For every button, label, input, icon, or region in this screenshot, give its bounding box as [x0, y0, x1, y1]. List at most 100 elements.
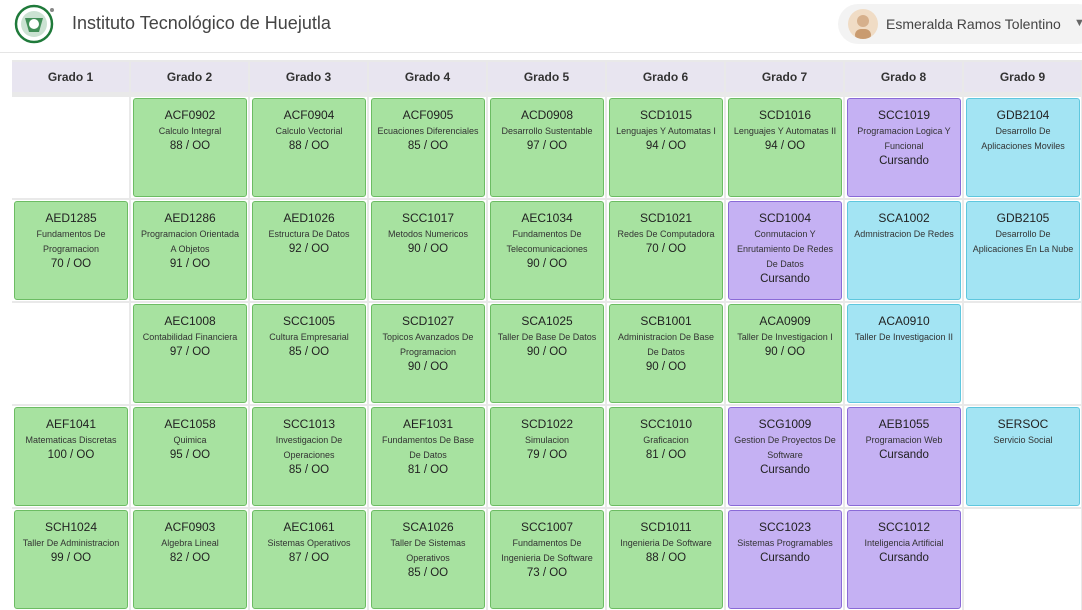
- course-card-scc1005[interactable]: SCC1005 Cultura Empresarial 85 / OO: [252, 304, 366, 403]
- course-card-scc1012[interactable]: SCC1012 Inteligencia Artificial Cursando: [847, 510, 961, 609]
- course-score: 73 / OO: [526, 567, 568, 579]
- course-card-sch1024[interactable]: SCH1024 Taller De Administracion 99 / OO: [14, 510, 128, 609]
- course-card-scd1021[interactable]: SCD1021 Redes De Computadora 70 / OO: [609, 201, 723, 300]
- grade-header-2: Grado 2: [131, 62, 248, 92]
- course-card-aca0910[interactable]: ACA0910 Taller De Investigacion II: [847, 304, 961, 403]
- course-card-gdb2104[interactable]: GDB2104 Desarrollo De Aplicaciones Movile…: [966, 98, 1080, 197]
- course-code: SCC1013: [282, 417, 336, 431]
- course-name: Quimica: [173, 435, 207, 445]
- course-card-scd1022[interactable]: SCD1022 Simulacion 79 / OO: [490, 407, 604, 506]
- course-card-scc1007[interactable]: SCC1007 Fundamentos De Ingenieria De Soft…: [490, 510, 604, 609]
- user-name: Esmeralda Ramos Tolentino: [886, 16, 1061, 32]
- course-name: Cultura Empresarial: [269, 332, 349, 342]
- course-score: Cursando: [760, 464, 810, 476]
- course-code: SCD1016: [758, 108, 812, 122]
- course-code: ACD0908: [520, 108, 574, 122]
- course-card-aed1285[interactable]: AED1285 Fundamentos De Programacion 70 / O…: [14, 201, 128, 300]
- course-name: Topicos Avanzados De Programacion: [382, 332, 474, 357]
- course-card-acf0905[interactable]: ACF0905 Ecuaciones Diferenciales 85 / OO: [371, 98, 485, 197]
- course-card-aed1026[interactable]: AED1026 Estructura De Datos 92 / OO: [252, 201, 366, 300]
- course-card-sca1002[interactable]: SCA1002 Admnistracion De Redes: [847, 201, 961, 300]
- course-score: 88 / OO: [645, 552, 687, 564]
- course-card-sca1026[interactable]: SCA1026 Taller De Sistemas Operativos 85 /…: [371, 510, 485, 609]
- course-card-aca0909[interactable]: ACA0909 Taller De Investigacion I 90 / OO: [728, 304, 842, 403]
- course-name: Inteligencia Artificial: [864, 538, 944, 548]
- course-code: SCD1027: [401, 314, 455, 328]
- course-card-acf0902[interactable]: ACF0902 Calculo Integral 88 / OO: [133, 98, 247, 197]
- course-card-acd0908[interactable]: ACD0908 Desarrollo Sustentable 97 / OO: [490, 98, 604, 197]
- grid-cell: [964, 509, 1081, 610]
- grade-header-4: Grado 4: [369, 62, 486, 92]
- course-code: AEF1031: [402, 417, 454, 431]
- course-name: Investigacion De Operaciones: [275, 435, 343, 460]
- course-name: Matematicas Discretas: [25, 435, 117, 445]
- course-code: AEF1041: [45, 417, 97, 431]
- course-card-sersoc[interactable]: SERSOC Servicio Social: [966, 407, 1080, 506]
- course-card-scc1017[interactable]: SCC1017 Metodos Numericos 90 / OO: [371, 201, 485, 300]
- course-name: Conmutacion Y Enrutamiento De Redes De D…: [736, 229, 834, 269]
- course-card-sca1025[interactable]: SCA1025 Taller De Base De Datos 90 / OO: [490, 304, 604, 403]
- course-name: Estructura De Datos: [268, 229, 350, 239]
- course-score: 99 / OO: [50, 552, 92, 564]
- course-card-aec1034[interactable]: AEC1034 Fundamentos De Telecomunicaciones…: [490, 201, 604, 300]
- course-score: 90 / OO: [526, 346, 568, 358]
- course-card-scc1019[interactable]: SCC1019 Programacion Logica Y Funcional Cu…: [847, 98, 961, 197]
- grade-header-1: Grado 1: [12, 62, 129, 92]
- grade-header-8: Grado 8: [845, 62, 962, 92]
- course-card-acf0904[interactable]: ACF0904 Calculo Vectorial 88 / OO: [252, 98, 366, 197]
- course-score: 70 / OO: [50, 258, 92, 270]
- course-card-scd1016[interactable]: SCD1016 Lenguajes Y Automatas II 94 / OO: [728, 98, 842, 197]
- app-title: Instituto Tecnológico de Huejutla: [72, 13, 331, 33]
- course-card-scd1004[interactable]: SCD1004 Conmutacion Y Enrutamiento De Red…: [728, 201, 842, 300]
- course-score: 85 / OO: [288, 346, 330, 358]
- course-code: SCC1005: [282, 314, 336, 328]
- course-card-aec1008[interactable]: AEC1008 Contabilidad Financiera 97 / OO: [133, 304, 247, 403]
- chevron-down-icon[interactable]: ▼: [1074, 17, 1082, 29]
- course-card-scd1015[interactable]: SCD1015 Lenguajes Y Automatas I 94 / OO: [609, 98, 723, 197]
- course-name: Taller De Investigacion II: [854, 332, 954, 342]
- course-name: Servicio Social: [993, 435, 1053, 445]
- course-score: Cursando: [760, 552, 810, 564]
- course-score: 90 / OO: [407, 243, 449, 255]
- course-card-aec1061[interactable]: AEC1061 Sistemas Operativos 87 / OO: [252, 510, 366, 609]
- course-name: Calculo Integral: [158, 126, 222, 136]
- course-name: Simulacion: [524, 435, 570, 445]
- course-card-acf0903[interactable]: ACF0903 Algebra Lineal 82 / OO: [133, 510, 247, 609]
- course-card-aef1041[interactable]: AEF1041 Matematicas Discretas 100 / OO: [14, 407, 128, 506]
- course-score: 88 / OO: [288, 140, 330, 152]
- course-card-scc1010[interactable]: SCC1010 Graficacion 81 / OO: [609, 407, 723, 506]
- course-name: Graficacion: [643, 435, 689, 445]
- course-code: SCD1022: [520, 417, 574, 431]
- course-score: 82 / OO: [169, 552, 211, 564]
- grid-cell: [12, 97, 129, 198]
- course-name: Metodos Numericos: [387, 229, 469, 239]
- course-card-scc1023[interactable]: SCC1023 Sistemas Programables Cursando: [728, 510, 842, 609]
- course-score: 92 / OO: [288, 243, 330, 255]
- grade-header-3: Grado 3: [250, 62, 367, 92]
- course-card-aeb1055[interactable]: AEB1055 Programacion Web Cursando: [847, 407, 961, 506]
- course-score: Cursando: [760, 273, 810, 285]
- grade-header-5: Grado 5: [488, 62, 605, 92]
- course-code: ACF0904: [283, 108, 335, 122]
- course-card-scb1001[interactable]: SCB1001 Administracion De Base De Datos 90…: [609, 304, 723, 403]
- user-menu[interactable]: Esmeralda Ramos Tolentino ▼: [838, 4, 1082, 44]
- course-card-aed1286[interactable]: AED1286 Programacion Orientada A Objetos 9…: [133, 201, 247, 300]
- course-code: SCB1001: [640, 314, 692, 328]
- course-card-scg1009[interactable]: SCG1009 Gestion De Proyectos De Software C…: [728, 407, 842, 506]
- course-code: SCC1019: [877, 108, 931, 122]
- course-code: AED1026: [283, 211, 335, 225]
- course-score: 87 / OO: [288, 552, 330, 564]
- course-score: 81 / OO: [645, 449, 687, 461]
- course-name: Programacion Web: [865, 435, 943, 445]
- course-code: SCC1012: [877, 520, 931, 534]
- institute-logo[interactable]: [12, 4, 58, 44]
- course-card-scc1013[interactable]: SCC1013 Investigacion De Operaciones 85 / …: [252, 407, 366, 506]
- course-code: ACA0910: [878, 314, 930, 328]
- avatar: [848, 9, 878, 39]
- course-card-gdb2105[interactable]: GDB2105 Desarrollo De Aplicaciones En La …: [966, 201, 1080, 300]
- course-card-scd1027[interactable]: SCD1027 Topicos Avanzados De Programacion…: [371, 304, 485, 403]
- course-card-aec1058[interactable]: AEC1058 Quimica 95 / OO: [133, 407, 247, 506]
- course-score: 91 / OO: [169, 258, 211, 270]
- course-card-aef1031[interactable]: AEF1031 Fundamentos De Base De Datos 81 / …: [371, 407, 485, 506]
- course-card-scd1011[interactable]: SCD1011 Ingenieria De Software 88 / OO: [609, 510, 723, 609]
